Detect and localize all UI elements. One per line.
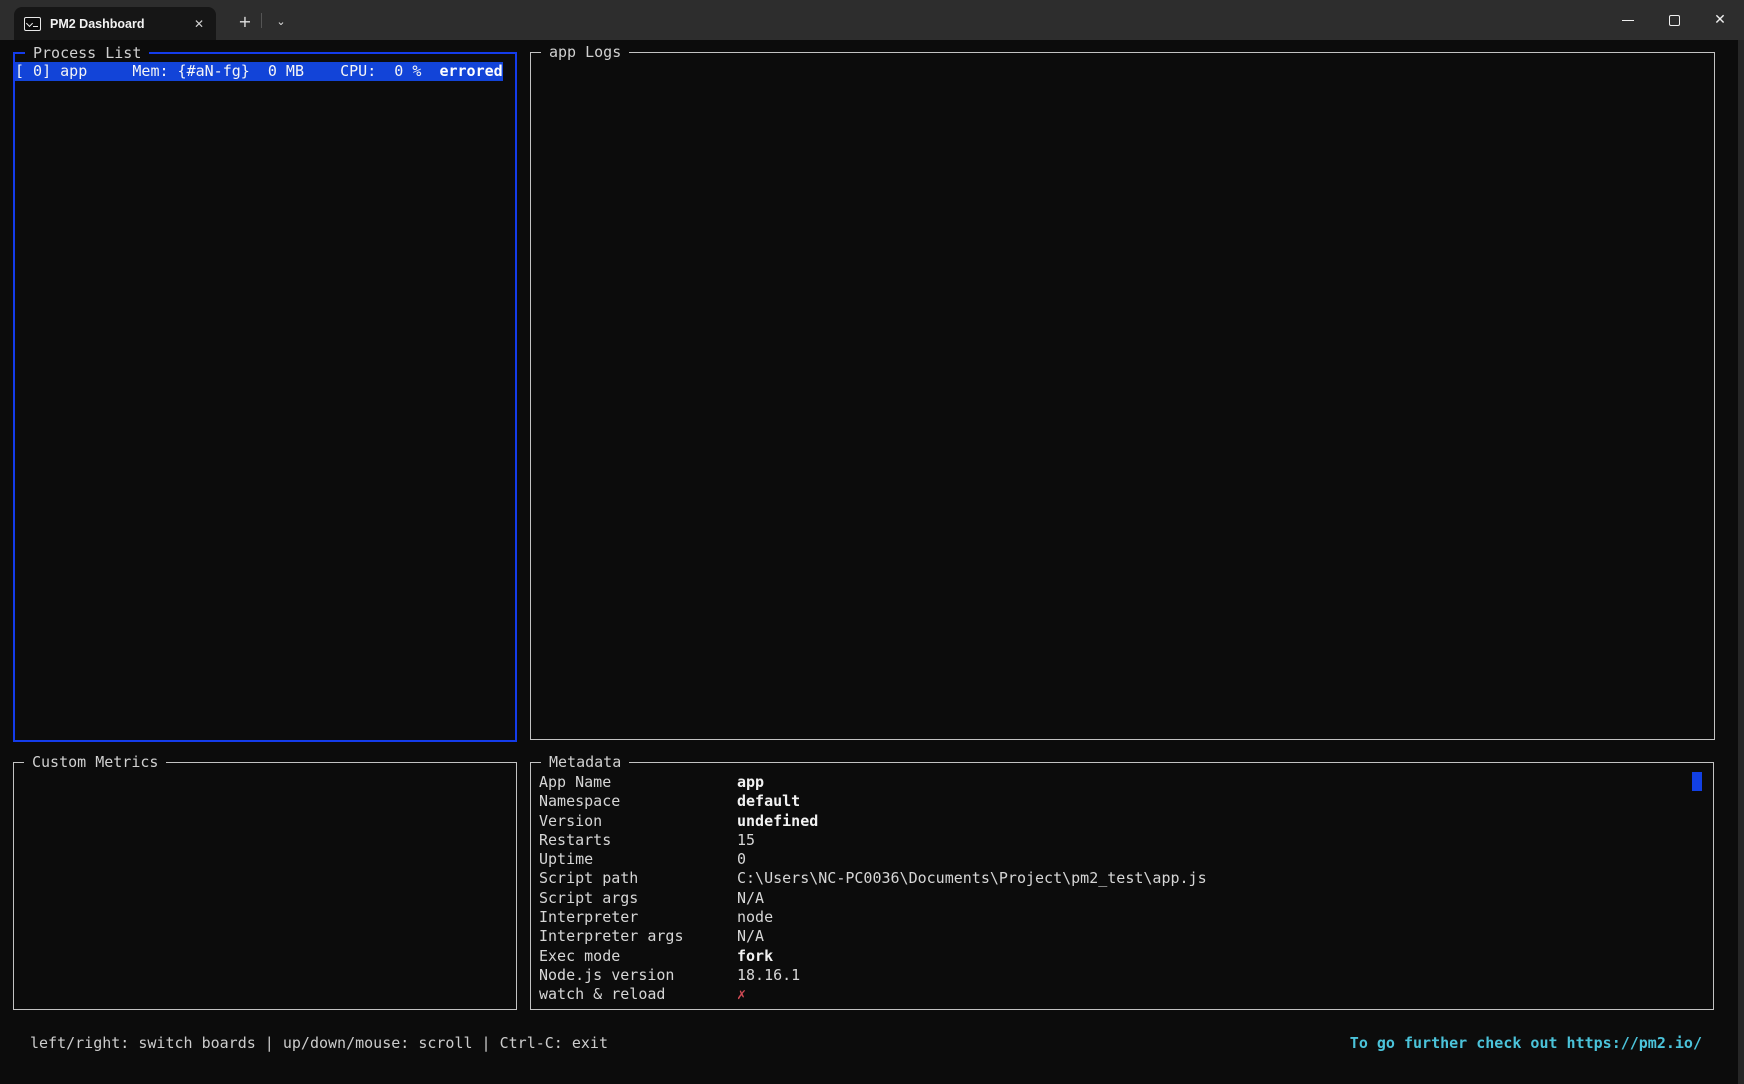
app-logs-title: app Logs <box>541 43 630 62</box>
tab-title: PM2 Dashboard <box>50 16 145 31</box>
tab-dropdown-button[interactable]: ⌄ <box>266 9 296 35</box>
metadata-row-script-path: Script path C:\Users\NC-PC0036\Documents\… <box>539 869 1207 888</box>
minimize-button[interactable] <box>1605 0 1651 40</box>
metadata-title: Metadata <box>541 753 630 772</box>
metadata-rows: App Name app Namespace default Version unde… <box>531 763 1713 1005</box>
metadata-row-nodejs-version: Node.js version 18.16.1 <box>539 965 801 984</box>
metadata-row-uptime: Uptime 0 <box>539 850 747 869</box>
minimize-icon <box>1622 19 1634 21</box>
process-row-text: [ 0] app Mem: {#aN-fg} 0 MB CPU: 0 % <box>15 62 440 80</box>
metadata-row-interpreter-args: Interpreter args N/A <box>539 927 765 946</box>
metadata-row-version: Version undefined <box>539 811 819 830</box>
metadata-row-app-name: App Name app <box>539 773 765 791</box>
tabbar-divider <box>261 13 262 28</box>
metadata-scrollbar-thumb[interactable] <box>1692 772 1702 791</box>
tab-close-icon[interactable]: ✕ <box>194 18 204 30</box>
terminal-scrollbar[interactable] <box>1738 40 1744 1084</box>
pm2-link[interactable]: To go further check out https://pm2.io/ <box>1350 1034 1702 1053</box>
titlebar: PM2 Dashboard ✕ + ⌄ ✕ <box>0 0 1744 40</box>
metadata-row-watch-reload: watch & reload ✗ <box>539 985 747 1004</box>
terminal-tab[interactable]: PM2 Dashboard ✕ <box>14 7 216 40</box>
maximize-icon <box>1668 14 1680 26</box>
metadata-row-interpreter: Interpreter node <box>539 908 774 927</box>
metadata-row-script-args: Script args N/A <box>539 888 765 907</box>
metadata-row-restarts: Restarts 15 <box>539 830 756 849</box>
close-icon: ✕ <box>1714 12 1726 28</box>
custom-metrics-title: Custom Metrics <box>24 753 167 772</box>
process-row-selected[interactable]: [ 0] app Mem: {#aN-fg} 0 MB CPU: 0 % err… <box>15 62 503 81</box>
command-prompt-icon <box>24 16 41 31</box>
cross-icon: ✗ <box>737 985 747 1004</box>
terminal-screen: Process List [ 0] app Mem: {#aN-fg} 0 MB… <box>0 40 1744 1084</box>
process-status-errored: errored <box>439 62 503 80</box>
process-list-title: Process List <box>25 44 150 63</box>
metadata-row-exec-mode: Exec mode fork <box>539 946 774 965</box>
keybind-help-text: left/right: switch boards | up/down/mous… <box>30 1034 608 1052</box>
metadata-panel: Metadata App Name app Namespace default Ve… <box>530 753 1714 1010</box>
app-logs-panel: app Logs <box>530 43 1715 740</box>
custom-metrics-panel: Custom Metrics <box>13 753 517 1010</box>
metadata-row-namespace: Namespace default <box>539 792 801 811</box>
process-list-panel: Process List [ 0] app Mem: {#aN-fg} 0 MB… <box>13 44 517 742</box>
new-tab-button[interactable]: + <box>230 9 260 35</box>
close-button[interactable]: ✕ <box>1697 0 1743 40</box>
maximize-button[interactable] <box>1651 0 1697 40</box>
